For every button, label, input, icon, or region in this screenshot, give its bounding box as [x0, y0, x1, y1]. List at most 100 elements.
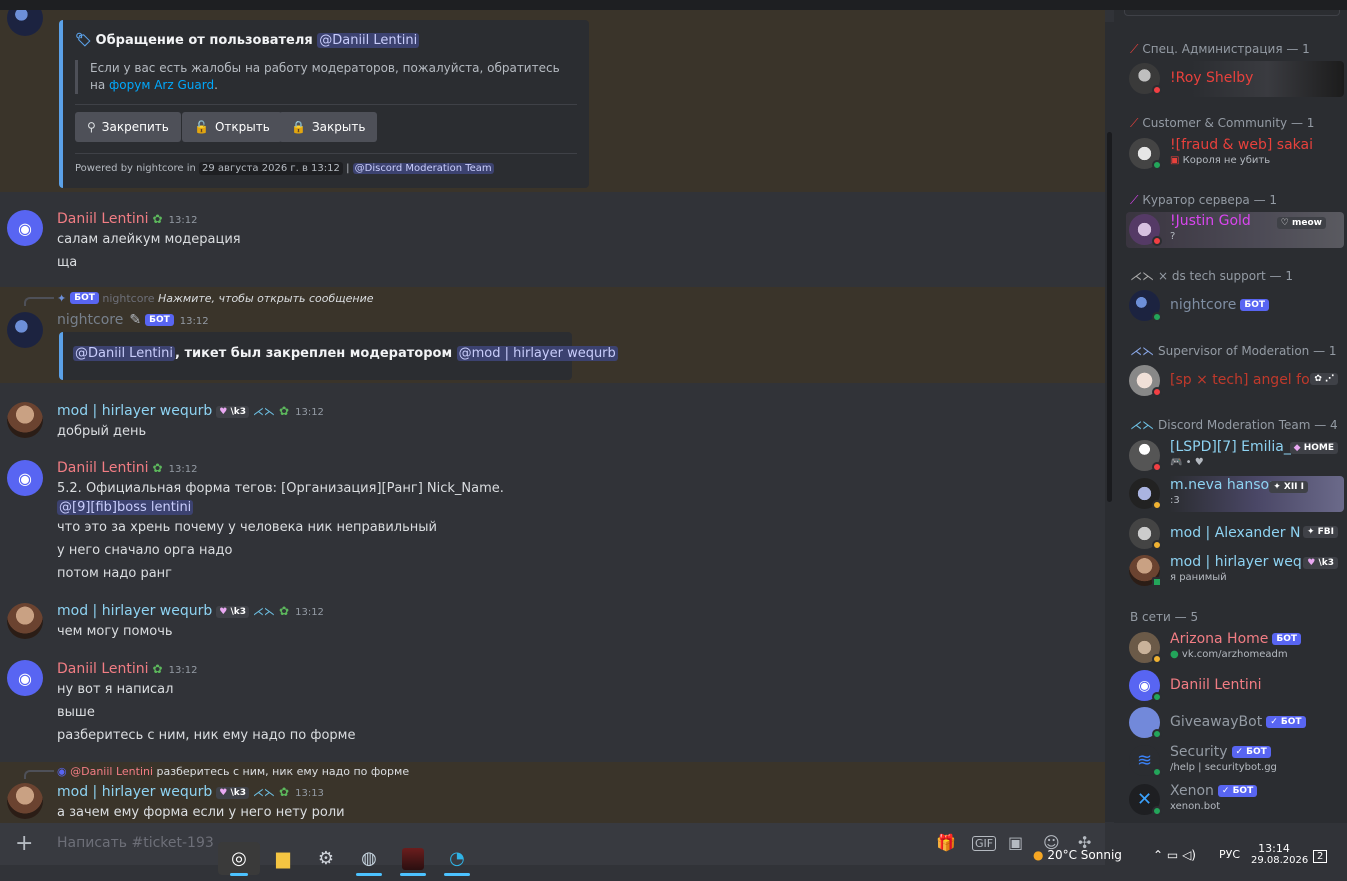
- member-name: !Justin Gold: [1170, 213, 1251, 229]
- avatar[interactable]: ◉: [7, 660, 43, 696]
- clover-icon: ✿: [152, 461, 163, 475]
- member-search[interactable]: [1124, 10, 1340, 16]
- weather-widget[interactable]: ● 20°C Sonnig: [1033, 848, 1122, 862]
- member-status-text: :3: [1170, 495, 1180, 506]
- message-text: салам алейкум модерация: [57, 232, 241, 247]
- member-item[interactable]: ≋ Security ✓ БОТ /help | securitybot.gg: [1126, 743, 1344, 779]
- clock[interactable]: 13:14 29.08.2026: [1251, 842, 1308, 866]
- avatar[interactable]: [7, 603, 43, 639]
- member-item[interactable]: GiveawayBot ✓ БОТ: [1126, 705, 1344, 741]
- system-tray-icons[interactable]: ⌃ ▭ ◁): [1153, 848, 1196, 862]
- taskbar-steam-icon[interactable]: ◍: [348, 842, 390, 875]
- status-online-icon: [1152, 767, 1162, 777]
- sticker-icon[interactable]: ▣: [1008, 833, 1023, 852]
- guild-tag: ♥ \k3: [1303, 557, 1338, 569]
- taskbar-obs-icon[interactable]: ◎: [218, 842, 260, 875]
- member-item[interactable]: ✕ Xenon ✓ БОТ xenon.bot: [1126, 782, 1344, 818]
- pin-icon: ⚲: [87, 120, 96, 134]
- role-header: ⋌⋋ × ds tech support — 1: [1130, 269, 1293, 283]
- gift-icon[interactable]: 🎁: [936, 833, 956, 852]
- member-item[interactable]: ◉ Daniil Lentini: [1126, 668, 1344, 704]
- wings-icon: ⋌⋋: [1130, 344, 1154, 358]
- clover-icon: ✿: [152, 212, 163, 226]
- message-composer[interactable]: + Написать #ticket-193 🎁 GIF ▣ ☺ ✣: [0, 823, 1105, 865]
- avatar[interactable]: [7, 783, 43, 819]
- message-author[interactable]: Daniil Lentini ✿ 13:12: [57, 211, 197, 227]
- member-item[interactable]: m.neva hanson :3 ✦ XII I: [1126, 476, 1344, 512]
- chat-scrollbar[interactable]: [1105, 22, 1114, 822]
- forum-link[interactable]: форум Arz Guard: [109, 78, 214, 92]
- member-item[interactable]: !Roy Shelby: [1126, 61, 1344, 97]
- window-top-bar: [0, 0, 1347, 10]
- role-header: ⟋ Customer & Community — 1: [1130, 116, 1315, 130]
- role-icon: ⟋: [1130, 42, 1139, 56]
- discord-logo-icon: ◉: [1138, 677, 1151, 694]
- chat-area: 🏷 Обращение от пользователя @Daniil Lenti…: [0, 10, 1105, 823]
- guild-tag: ◆ HOME: [1289, 442, 1338, 454]
- guild-tag: ♥ \k3: [216, 406, 250, 418]
- volume-icon[interactable]: ◁): [1182, 848, 1196, 862]
- discord-logo-icon: ◉: [18, 468, 32, 488]
- divider: [75, 104, 577, 105]
- message-text: разберитесь с ним, ник ему надо по форме: [57, 728, 356, 743]
- member-name: Daniil Lentini: [1170, 677, 1262, 693]
- user-mention[interactable]: @Daniil Lentini: [73, 346, 175, 361]
- message-author[interactable]: mod | hirlayer wequrb ♥ \k3 ⋌⋋ ✿ 13:12: [57, 403, 324, 419]
- add-attachment-icon[interactable]: +: [15, 831, 33, 856]
- taskbar-edge-icon[interactable]: ◔: [436, 842, 478, 875]
- chevron-up-icon[interactable]: ⌃: [1153, 848, 1163, 862]
- member-name: ![fraud & web] sakai: [1170, 137, 1313, 153]
- user-mention[interactable]: @[9][fib]boss lentini: [57, 500, 194, 515]
- close-button[interactable]: 🔒 Закрыть: [279, 112, 378, 142]
- member-item[interactable]: mod | Alexander N ✦ FBI: [1126, 516, 1344, 552]
- taskbar-explorer-icon[interactable]: ▆: [262, 842, 304, 875]
- role-icon: ⟋: [1130, 116, 1139, 130]
- avatar[interactable]: ◉: [7, 460, 43, 496]
- member-item[interactable]: [sp × tech] angel fo ✿ ⋰: [1126, 363, 1344, 399]
- scroll-thumb[interactable]: [1107, 132, 1112, 502]
- avatar[interactable]: [7, 402, 43, 438]
- member-item[interactable]: nightcore БОТ: [1126, 288, 1344, 324]
- message-text: у него сначало орга надо: [57, 543, 233, 558]
- network-icon[interactable]: ▭: [1167, 848, 1178, 862]
- reply-preview[interactable]: ◉ @Daniil Lentini разберитесь с ним, ник…: [57, 765, 409, 778]
- avatar[interactable]: [7, 312, 43, 348]
- lock-icon: 🔒: [291, 120, 306, 134]
- taskbar-active-indicator: [356, 873, 382, 876]
- language-indicator[interactable]: РУС: [1219, 848, 1240, 861]
- open-button[interactable]: 🔓 Открыть: [182, 112, 282, 142]
- taskbar-active-indicator: [230, 873, 248, 876]
- message-text: выше: [57, 705, 95, 720]
- message-input[interactable]: Написать #ticket-193: [57, 835, 214, 851]
- xenon-logo-icon: ✕: [1136, 789, 1153, 810]
- message-author[interactable]: mod | hirlayer wequrb ♥ \k3 ⋌⋋ ✿ 13:12: [57, 603, 324, 619]
- pin-button[interactable]: ⚲ Закрепить: [75, 112, 181, 142]
- bot-avatar-small-icon: ✦: [57, 292, 67, 305]
- taskbar-game-icon[interactable]: [392, 842, 434, 875]
- member-item[interactable]: ![fraud & web] sakai ▣ Короля не убить: [1126, 136, 1344, 172]
- member-item[interactable]: mod | hirlayer weq я ранимый ♥ \k3: [1126, 553, 1344, 589]
- member-status-text: xenon.bot: [1170, 801, 1221, 812]
- taskbar-settings-icon[interactable]: ⚙: [305, 842, 347, 875]
- member-item[interactable]: !Justin Gold ? ♡ meow: [1126, 212, 1344, 248]
- member-item[interactable]: Arizona Home БОТ ● vk.com/arzhomeadm: [1126, 630, 1344, 666]
- user-mention[interactable]: @mod | hirlayer wequrb: [456, 346, 618, 361]
- message-author[interactable]: Daniil Lentini ✿ 13:12: [57, 661, 197, 677]
- message-author[interactable]: nightcore ✎ БОТ 13:12: [57, 312, 209, 328]
- gif-icon[interactable]: GIF: [972, 836, 997, 851]
- status-dnd-icon: [1152, 387, 1162, 397]
- member-status-text: ?: [1170, 231, 1176, 242]
- divider: [75, 153, 577, 154]
- message-author[interactable]: Daniil Lentini ✿ 13:12: [57, 460, 197, 476]
- member-item[interactable]: [LSPD][7] Emilia_ 🎮 • ♥ ◆ HOME: [1126, 438, 1344, 474]
- member-status-text: ● vk.com/arzhomeadm: [1170, 649, 1288, 660]
- message-author[interactable]: mod | hirlayer wequrb ♥ \k3 ⋌⋋ ✿ 13:13: [57, 784, 324, 800]
- member-status-text: я ранимый: [1170, 572, 1227, 583]
- notifications-icon[interactable]: 2: [1313, 848, 1328, 863]
- role-header: ⟋ Спец. Администрация — 1: [1130, 42, 1310, 56]
- user-mention[interactable]: @Daniil Lentini: [317, 33, 420, 48]
- reply-preview[interactable]: ✦ БОТ nightcore Нажмите, чтобы открыть со…: [57, 292, 374, 305]
- embed-quote: Если у вас есть жалобы на работу модерат…: [75, 60, 565, 94]
- avatar[interactable]: ◉: [7, 210, 43, 246]
- role-mention[interactable]: @Discord Moderation Team: [352, 163, 494, 174]
